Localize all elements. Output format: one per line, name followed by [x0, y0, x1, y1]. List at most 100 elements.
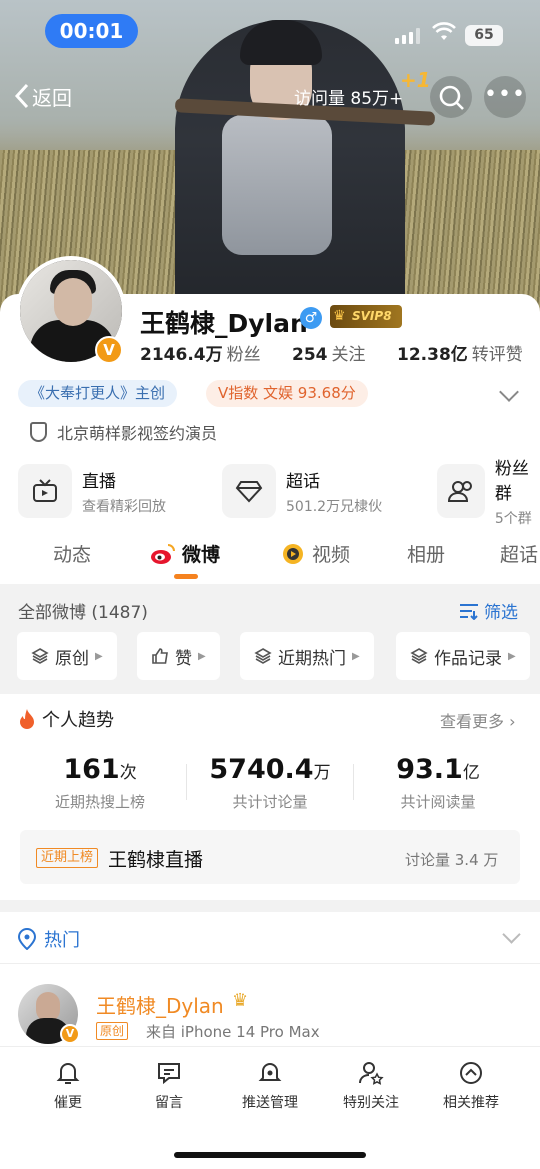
layers-icon [31, 648, 49, 664]
trend-title: 个人趋势 [18, 706, 114, 732]
likes-stat[interactable]: 12.38亿 转评赞 [397, 340, 523, 365]
bottom-label: 留言 [155, 1095, 183, 1111]
search-button[interactable] [430, 76, 472, 118]
trend-unit: 万 [313, 763, 331, 783]
verified-badge-icon: V [60, 1024, 80, 1044]
feature-live[interactable]: 直播 查看精彩回放 [18, 462, 166, 520]
tv-icon [18, 464, 72, 518]
post-source: 来自 iPhone 14 Pro Max [146, 1023, 320, 1041]
svip-badge[interactable]: ♛ SVIP8 [330, 305, 402, 328]
feature-title: 粉丝群 [494, 459, 529, 504]
related-recommend-button[interactable]: 相关推荐 [421, 1060, 521, 1112]
feature-fangroup[interactable]: 粉丝群 5个群 [437, 459, 540, 527]
recent-rank-title: 王鹤棣直播 [108, 849, 204, 871]
following-count: 254 [292, 345, 328, 365]
all-weibo-count: 全部微博 (1487) [18, 603, 148, 623]
chip-original[interactable]: 原创 ▶ [17, 632, 117, 680]
tab-weibo[interactable]: 微博 [150, 540, 220, 567]
svip-label: SVIP8 [352, 309, 392, 323]
divider [353, 764, 354, 800]
divider [186, 764, 187, 800]
trend-discussion: 5740.4万 共计讨论量 [190, 754, 350, 812]
likes-count: 12.38亿 [397, 345, 468, 365]
chip-label: 赞 [175, 648, 192, 669]
chip-hot[interactable]: 近期热门 ▶ [240, 632, 374, 680]
likes-label: 转评赞 [471, 345, 523, 365]
gender-male-icon: ♂ [300, 307, 322, 329]
filter-label: 筛选 [484, 603, 518, 623]
following-label: 关注 [331, 345, 366, 365]
video-play-icon [283, 543, 303, 564]
back-button[interactable]: 返回 [14, 80, 72, 112]
recent-rank-discussion: 讨论量 3.4 万 [405, 851, 499, 869]
verification-text: 北京萌样影视签约演员 [57, 424, 218, 443]
followers-stat[interactable]: 2146.4万 粉丝 [140, 340, 261, 365]
wifi-icon [432, 22, 456, 47]
trend-label: 共计讨论量 [232, 793, 308, 811]
tab-video[interactable]: 视频 [282, 540, 350, 567]
caret-right-icon: ▶ [95, 650, 103, 662]
verified-badge-icon: V [95, 336, 123, 364]
caret-right-icon: ▶ [508, 650, 516, 662]
nudge-button[interactable]: 催更 [18, 1060, 118, 1112]
chip-like[interactable]: 赞 ▶ [137, 632, 220, 680]
v-index-tag[interactable]: V指数 文娱 93.68分 [206, 380, 368, 407]
hot-title-label: 热门 [44, 930, 80, 951]
visit-plus-one: +1 [400, 68, 431, 92]
diamond-icon [222, 464, 276, 518]
filter-button[interactable]: 筛选 [458, 598, 518, 623]
bottom-label: 催更 [54, 1095, 82, 1111]
trend-value: 161 [63, 754, 120, 785]
feature-title: 超话 [286, 471, 320, 492]
tab-weibo-label: 微博 [182, 544, 221, 566]
trend-label: 共计阅读量 [400, 793, 476, 811]
crown-icon: ♛ [333, 308, 346, 324]
more-dots-icon: ••• [484, 82, 526, 107]
bottom-label: 推送管理 [242, 1095, 298, 1111]
tab-album[interactable]: 相册 [407, 540, 445, 567]
crown-icon: ♛ [232, 990, 249, 1011]
post-author[interactable]: 王鹤棣_Dylan [96, 990, 224, 1019]
chip-works[interactable]: 作品记录 ▶ [396, 632, 530, 680]
work-tag[interactable]: 《大奉打更人》主创 [18, 380, 178, 407]
shield-icon [30, 422, 47, 442]
home-indicator[interactable] [174, 1152, 366, 1158]
message-button[interactable]: 留言 [119, 1060, 219, 1112]
chip-label: 原创 [55, 648, 89, 669]
special-follow-button[interactable]: 特别关注 [321, 1060, 421, 1112]
original-badge: 原创 [96, 1022, 129, 1040]
back-label: 返回 [32, 85, 72, 110]
tab-supertopic[interactable]: 超话 [500, 540, 538, 567]
layers-icon [254, 648, 272, 664]
chip-label: 近期热门 [278, 648, 346, 669]
feature-title: 直播 [82, 471, 116, 492]
visit-count: 访问量 85万+ [294, 89, 404, 109]
feature-supertopic[interactable]: 超话 501.2万兄棣伙 [222, 462, 382, 520]
recent-rank-badge: 近期上榜 [36, 848, 99, 868]
message-icon [119, 1060, 219, 1088]
push-bell-icon [220, 1060, 320, 1088]
bell-icon [18, 1060, 118, 1088]
feature-sub: 5个群 [494, 511, 532, 527]
trend-value: 93.1 [396, 754, 463, 785]
trend-title-label: 个人趋势 [42, 710, 114, 731]
trend-reads: 93.1亿 共计阅读量 [358, 754, 518, 812]
trend-unit: 亿 [462, 763, 480, 783]
weibo-logo-icon [151, 543, 175, 564]
hot-title: 热门 [18, 926, 80, 952]
up-circle-icon [421, 1060, 521, 1088]
layers-icon [410, 648, 428, 664]
hot-section-header[interactable] [0, 912, 540, 964]
see-more-link[interactable]: 查看更多 › [440, 708, 516, 732]
tab-dynamic[interactable]: 动态 [53, 540, 91, 567]
status-time: 00:01 [45, 14, 138, 48]
caret-right-icon: ▶ [198, 650, 206, 662]
more-button[interactable]: ••• [484, 76, 526, 118]
chip-label: 作品记录 [434, 648, 502, 669]
trend-label: 近期热搜上榜 [54, 793, 145, 811]
followers-label: 粉丝 [226, 345, 261, 365]
signal-icon [395, 28, 421, 44]
following-stat[interactable]: 254 关注 [292, 340, 366, 365]
filter-icon [460, 603, 478, 620]
push-settings-button[interactable]: 推送管理 [220, 1060, 320, 1112]
